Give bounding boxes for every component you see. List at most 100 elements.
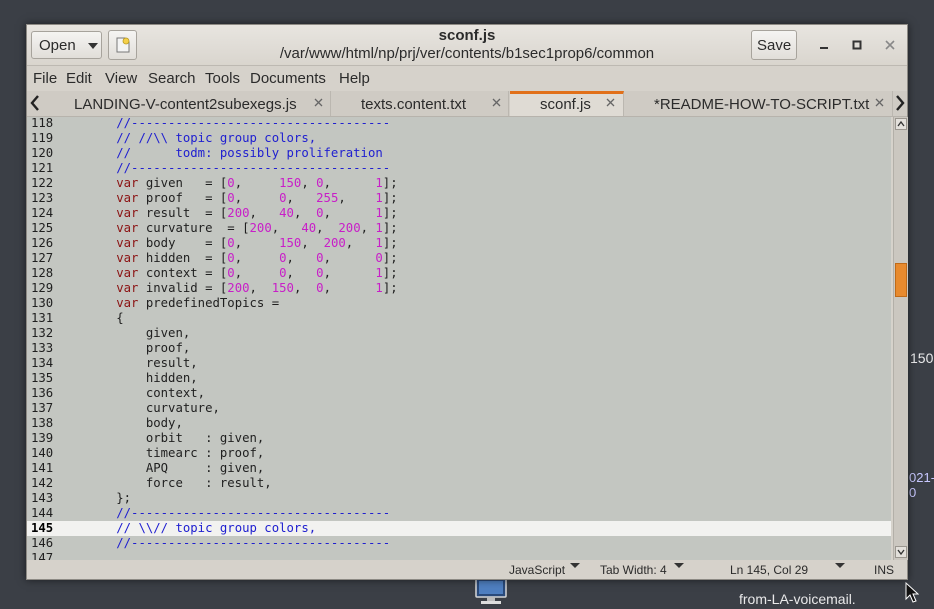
code-line[interactable]: 131 { — [27, 311, 891, 326]
menu-edit[interactable]: Edit — [66, 70, 92, 87]
code-text: orbit : given, — [57, 431, 265, 445]
menu-search[interactable]: Search — [148, 70, 196, 87]
tab-close-icon[interactable] — [491, 97, 502, 108]
tab-landing[interactable]: LANDING-V-content2subexegs.js — [43, 91, 331, 116]
code-line[interactable]: 125 var curvature = [200, 40, 200, 1]; — [27, 221, 891, 236]
file-path: /var/www/html/np/prj/ver/contents/b1sec1… — [279, 45, 655, 62]
code-line[interactable]: 144 //----------------------------------… — [27, 506, 891, 521]
new-document-button[interactable] — [108, 30, 137, 60]
number-token: 0 — [316, 266, 324, 280]
line-number: 142 — [31, 476, 54, 490]
scroll-right-icon[interactable] — [895, 95, 905, 111]
code-line[interactable]: 145 // \\// topic group colors, — [27, 521, 891, 536]
code-line[interactable]: 138 body, — [27, 416, 891, 431]
comment-token: //----------------------------------- — [116, 117, 391, 130]
keyword-token: var — [116, 221, 139, 235]
comment-token: // //\\ topic group colors, — [116, 131, 317, 145]
code-line[interactable]: 140 timearc : proof, — [27, 446, 891, 461]
tab-width-selector[interactable]: Tab Width: 4 — [600, 563, 667, 577]
number-token: 0 — [279, 191, 287, 205]
number-token: 1 — [375, 206, 383, 220]
code-line[interactable]: 126 var body = [0, 150, 200, 1]; — [27, 236, 891, 251]
desktop-icon-label[interactable]: from-LA-voicemail. — [739, 591, 856, 607]
language-selector[interactable]: JavaScript — [509, 563, 565, 577]
tab-close-icon[interactable] — [874, 97, 885, 108]
number-token: 200 — [338, 221, 361, 235]
mouse-pointer-icon — [905, 582, 919, 603]
code-line[interactable]: 129 var invalid = [200, 150, 0, 1]; — [27, 281, 891, 296]
new-document-icon — [116, 37, 130, 53]
code-line[interactable]: 137 curvature, — [27, 401, 891, 416]
tab-close-icon[interactable] — [313, 97, 324, 108]
tab-sconf[interactable]: sconf.js — [510, 91, 624, 116]
menu-documents[interactable]: Documents — [250, 70, 326, 87]
save-button[interactable]: Save — [751, 30, 797, 60]
close-icon[interactable] — [882, 37, 898, 53]
scrollbar-thumb[interactable] — [895, 263, 907, 297]
code-line[interactable]: 128 var context = [0, 0, 0, 1]; — [27, 266, 891, 281]
maximize-icon[interactable] — [849, 37, 865, 53]
minimize-icon[interactable] — [816, 37, 832, 53]
number-token: 150 — [279, 236, 302, 250]
cursor-position[interactable]: Ln 145, Col 29 — [730, 563, 808, 577]
code-line[interactable]: 127 var hidden = [0, 0, 0, 0]; — [27, 251, 891, 266]
menu-file[interactable]: File — [33, 70, 57, 87]
code-line[interactable]: 121 //----------------------------------… — [27, 161, 891, 176]
open-button[interactable]: Open — [31, 31, 102, 59]
code-line[interactable]: 120 // todm: possibly proliferation — [27, 146, 891, 161]
code-line[interactable]: 135 hidden, — [27, 371, 891, 386]
code-line[interactable]: 147 — [27, 551, 891, 560]
keyword-token: var — [116, 176, 139, 190]
title-bar[interactable]: Open sconf.js /var/www/html/np/prj/ver/c… — [27, 25, 907, 66]
code-line[interactable]: 136 context, — [27, 386, 891, 401]
code-line[interactable]: 133 proof, — [27, 341, 891, 356]
line-number: 122 — [31, 176, 54, 190]
line-number: 141 — [31, 461, 54, 475]
chevron-down-icon — [88, 43, 98, 49]
number-token: 0 — [227, 176, 235, 190]
code-line[interactable]: 119 // //\\ topic group colors, — [27, 131, 891, 146]
menu-help[interactable]: Help — [339, 70, 370, 87]
code-line[interactable]: 134 result, — [27, 356, 891, 371]
number-token: 200 — [227, 206, 250, 220]
tab-bar: LANDING-V-content2subexegs.js texts.cont… — [27, 91, 907, 117]
line-number: 118 — [31, 117, 54, 130]
keyword-token: var — [116, 206, 139, 220]
code-line[interactable]: 146 //----------------------------------… — [27, 536, 891, 551]
code-line[interactable]: 122 var given = [0, 150, 0, 1]; — [27, 176, 891, 191]
tab-texts-content[interactable]: texts.content.txt — [331, 91, 509, 116]
code-line[interactable]: 142 force : result, — [27, 476, 891, 491]
comment-token: //----------------------------------- — [116, 536, 391, 550]
code-text: // todm: possibly proliferation — [57, 146, 383, 161]
code-text: var body = [0, 150, 200, 1]; — [116, 236, 398, 250]
comment-token: //----------------------------------- — [116, 161, 391, 175]
code-line[interactable]: 118 //----------------------------------… — [27, 117, 891, 131]
line-number: 143 — [31, 491, 54, 505]
keyword-token: var — [116, 236, 139, 250]
tab-label: texts.content.txt — [361, 96, 467, 113]
code-line[interactable]: 141 APQ : given, — [27, 461, 891, 476]
open-button-label: Open — [39, 37, 76, 54]
line-number: 144 — [31, 506, 54, 520]
code-line[interactable]: 123 var proof = [0, 0, 255, 1]; — [27, 191, 891, 206]
code-line[interactable]: 132 given, — [27, 326, 891, 341]
code-editor[interactable]: 118 //----------------------------------… — [27, 117, 891, 560]
code-line[interactable]: 124 var result = [200, 40, 0, 1]; — [27, 206, 891, 221]
menu-tools[interactable]: Tools — [205, 70, 240, 87]
tab-readme[interactable]: *README-HOW-TO-SCRIPT.txt — [625, 91, 893, 116]
code-line[interactable]: 130 var predefinedTopics = — [27, 296, 891, 311]
menu-view[interactable]: View — [105, 70, 137, 87]
code-line[interactable]: 143 }; — [27, 491, 891, 506]
code-text: var given = [0, 150, 0, 1]; — [116, 176, 398, 190]
line-number: 133 — [31, 341, 54, 355]
vertical-scrollbar[interactable] — [893, 117, 908, 560]
comment-token: //----------------------------------- — [116, 506, 391, 520]
computer-icon[interactable] — [472, 577, 512, 607]
number-token: 0 — [227, 266, 235, 280]
scroll-left-icon[interactable] — [30, 95, 40, 111]
scroll-down-icon[interactable] — [895, 546, 907, 558]
window-title: sconf.js /var/www/html/np/prj/ver/conten… — [227, 27, 707, 63]
code-line[interactable]: 139 orbit : given, — [27, 431, 891, 446]
scroll-up-icon[interactable] — [895, 118, 907, 130]
tab-close-icon[interactable] — [605, 97, 616, 108]
